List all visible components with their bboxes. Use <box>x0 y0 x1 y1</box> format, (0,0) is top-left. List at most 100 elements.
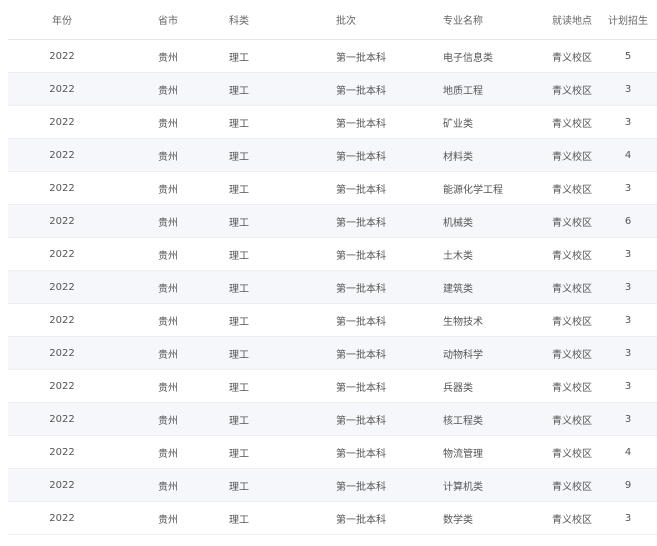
cell-major: 土木类 <box>443 250 473 262</box>
cell-plan: 3 <box>624 512 632 524</box>
cell-batch: 第一批本科 <box>336 481 386 493</box>
cell-batch: 第一批本科 <box>336 217 386 229</box>
table-row[interactable]: 2022 贵州 理工 第一批本科 生物技术 青义校区 3 <box>8 304 657 337</box>
cell-batch: 第一批本科 <box>336 448 386 460</box>
cell-province: 贵州 <box>158 184 178 196</box>
table-row[interactable]: 2022 贵州 理工 第一批本科 土木类 青义校区 3 <box>8 238 657 271</box>
cell-province: 贵州 <box>158 382 178 394</box>
cell-province: 贵州 <box>158 349 178 361</box>
header-province[interactable]: 省市 <box>158 0 198 39</box>
cell-plan: 3 <box>624 347 632 359</box>
cell-plan: 3 <box>624 281 632 293</box>
table-row[interactable]: 2022 贵州 理工 第一批本科 材料类 青义校区 4 <box>8 139 657 172</box>
cell-major: 建筑类 <box>443 283 473 295</box>
cell-major: 动物科学 <box>443 349 483 361</box>
cell-category: 理工 <box>229 118 249 130</box>
cell-plan: 3 <box>624 248 632 260</box>
cell-location: 青义校区 <box>552 316 592 328</box>
cell-location: 青义校区 <box>552 349 592 361</box>
cell-province: 贵州 <box>158 217 178 229</box>
table-row[interactable]: 2022 贵州 理工 第一批本科 地质工程 青义校区 3 <box>8 73 657 106</box>
cell-year: 2022 <box>49 248 75 260</box>
cell-location: 青义校区 <box>552 184 592 196</box>
cell-major: 生物技术 <box>443 316 483 328</box>
cell-batch: 第一批本科 <box>336 85 386 97</box>
cell-location: 青义校区 <box>552 250 592 262</box>
cell-year: 2022 <box>49 182 75 194</box>
cell-category: 理工 <box>229 283 249 295</box>
cell-category: 理工 <box>229 382 249 394</box>
cell-location: 青义校区 <box>552 283 592 295</box>
cell-plan: 3 <box>624 116 632 128</box>
table-row[interactable]: 2022 贵州 理工 第一批本科 能源化学工程 青义校区 3 <box>8 172 657 205</box>
cell-plan: 4 <box>624 149 632 161</box>
header-plan[interactable]: 计划招生 <box>604 0 652 39</box>
cell-plan: 4 <box>624 446 632 458</box>
cell-batch: 第一批本科 <box>336 52 386 64</box>
table-row[interactable]: 2022 贵州 理工 第一批本科 矿业类 青义校区 3 <box>8 106 657 139</box>
cell-province: 贵州 <box>158 514 178 526</box>
cell-major: 计算机类 <box>443 481 483 493</box>
admission-plan-table: 年份 省市 科类 批次 专业名称 就读地点 计划招生 2022 贵州 理工 第一批本科… <box>8 0 657 535</box>
cell-category: 理工 <box>229 151 249 163</box>
cell-province: 贵州 <box>158 85 178 97</box>
cell-major: 材料类 <box>443 151 473 163</box>
cell-major: 兵器类 <box>443 382 473 394</box>
cell-year: 2022 <box>49 347 75 359</box>
cell-year: 2022 <box>49 446 75 458</box>
table-row[interactable]: 2022 贵州 理工 第一批本科 物流管理 青义校区 4 <box>8 436 657 469</box>
cell-year: 2022 <box>49 512 75 524</box>
cell-location: 青义校区 <box>552 448 592 460</box>
table-row[interactable]: 2022 贵州 理工 第一批本科 计算机类 青义校区 9 <box>8 469 657 502</box>
cell-province: 贵州 <box>158 415 178 427</box>
cell-major: 核工程类 <box>443 415 483 427</box>
cell-batch: 第一批本科 <box>336 184 386 196</box>
cell-year: 2022 <box>49 380 75 392</box>
cell-category: 理工 <box>229 52 249 64</box>
cell-major: 能源化学工程 <box>443 184 503 196</box>
cell-batch: 第一批本科 <box>336 151 386 163</box>
cell-major: 矿业类 <box>443 118 473 130</box>
cell-province: 贵州 <box>158 316 178 328</box>
cell-location: 青义校区 <box>552 415 592 427</box>
header-category[interactable]: 科类 <box>229 0 289 39</box>
cell-major: 电子信息类 <box>443 52 493 64</box>
table-row[interactable]: 2022 贵州 理工 第一批本科 动物科学 青义校区 3 <box>8 337 657 370</box>
table-row[interactable]: 2022 贵州 理工 第一批本科 核工程类 青义校区 3 <box>8 403 657 436</box>
header-major[interactable]: 专业名称 <box>443 0 543 39</box>
cell-batch: 第一批本科 <box>336 349 386 361</box>
table-row[interactable]: 2022 贵州 理工 第一批本科 建筑类 青义校区 3 <box>8 271 657 304</box>
table-row[interactable]: 2022 贵州 理工 第一批本科 兵器类 青义校区 3 <box>8 370 657 403</box>
cell-year: 2022 <box>49 116 75 128</box>
cell-category: 理工 <box>229 448 249 460</box>
cell-location: 青义校区 <box>552 382 592 394</box>
cell-year: 2022 <box>49 83 75 95</box>
cell-category: 理工 <box>229 415 249 427</box>
cell-category: 理工 <box>229 184 249 196</box>
table-row[interactable]: 2022 贵州 理工 第一批本科 机械类 青义校区 6 <box>8 205 657 238</box>
cell-plan: 3 <box>624 314 632 326</box>
header-location[interactable]: 就读地点 <box>552 0 612 39</box>
table-body: 2022 贵州 理工 第一批本科 电子信息类 青义校区 5 2022 贵州 理工 第一批本科 地质工程… <box>8 40 657 535</box>
cell-batch: 第一批本科 <box>336 283 386 295</box>
cell-category: 理工 <box>229 316 249 328</box>
cell-year: 2022 <box>49 314 75 326</box>
table-row[interactable]: 2022 贵州 理工 第一批本科 电子信息类 青义校区 5 <box>8 40 657 73</box>
cell-plan: 3 <box>624 413 632 425</box>
table-row[interactable]: 2022 贵州 理工 第一批本科 数学类 青义校区 3 <box>8 502 657 535</box>
cell-location: 青义校区 <box>552 118 592 130</box>
cell-major: 数学类 <box>443 514 473 526</box>
header-batch[interactable]: 批次 <box>336 0 436 39</box>
cell-year: 2022 <box>49 479 75 491</box>
cell-plan: 9 <box>624 479 632 491</box>
cell-category: 理工 <box>229 349 249 361</box>
cell-location: 青义校区 <box>552 217 592 229</box>
cell-batch: 第一批本科 <box>336 415 386 427</box>
cell-location: 青义校区 <box>552 481 592 493</box>
cell-province: 贵州 <box>158 52 178 64</box>
cell-year: 2022 <box>49 281 75 293</box>
cell-province: 贵州 <box>158 151 178 163</box>
cell-plan: 3 <box>624 83 632 95</box>
header-year[interactable]: 年份 <box>8 0 116 39</box>
cell-batch: 第一批本科 <box>336 382 386 394</box>
